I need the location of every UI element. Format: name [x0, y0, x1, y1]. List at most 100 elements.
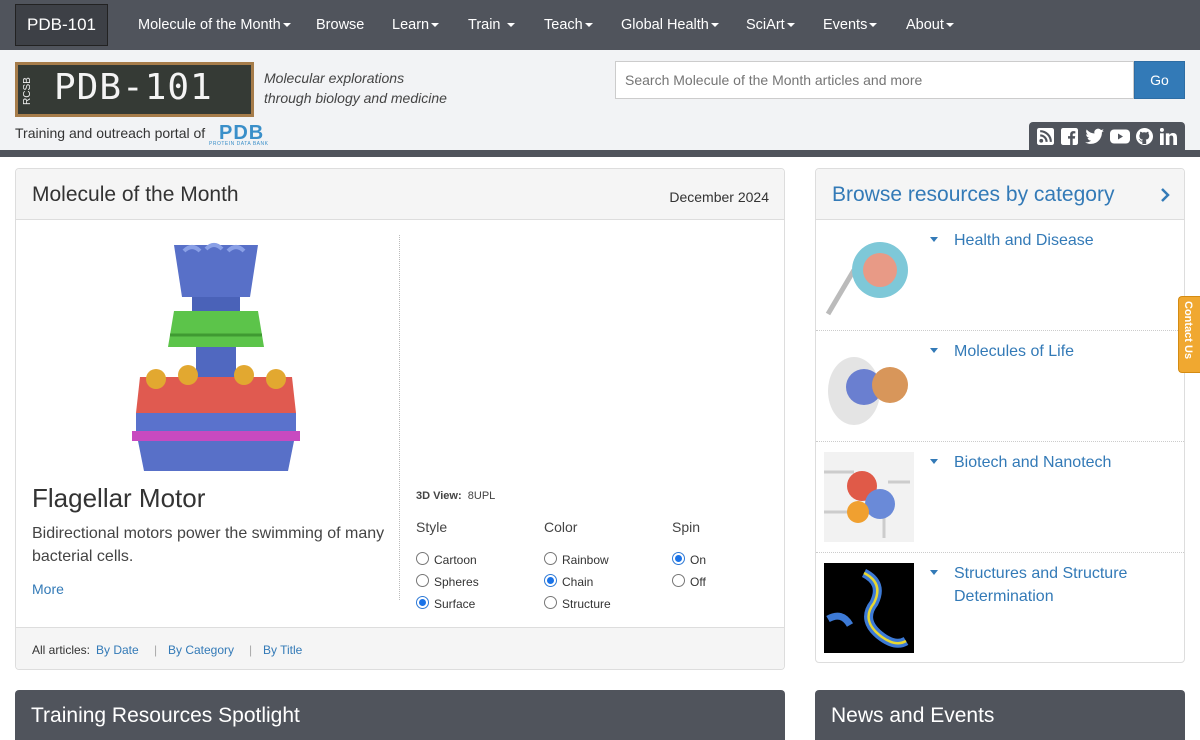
separator: |	[154, 643, 158, 657]
header-divider	[0, 150, 1200, 157]
caret-down-icon[interactable]	[930, 570, 938, 575]
nav-train[interactable]: Train	[468, 0, 515, 50]
radio-button[interactable]	[416, 574, 429, 587]
nav-browse[interactable]: Browse	[316, 0, 364, 50]
nav-label: Global Health	[621, 17, 709, 33]
nav-label: Browse	[316, 17, 365, 33]
style-heading: Style	[416, 519, 448, 535]
nav-label: Train	[468, 17, 501, 33]
molecule-name[interactable]: Flagellar Motor	[32, 483, 205, 514]
contact-us-label: Contact Us	[1182, 301, 1194, 360]
radio-button-checked[interactable]	[416, 596, 429, 609]
radio-button[interactable]	[544, 596, 557, 609]
3d-view-caption: 3D View:	[416, 490, 462, 502]
nav-molecule-of-the-month[interactable]: Molecule of the Month	[138, 0, 291, 50]
caret-down-icon	[869, 23, 878, 28]
category-biotech-and-nanotech[interactable]: Biotech and Nanotech	[816, 442, 1184, 553]
radio-label: Rainbow	[562, 553, 609, 567]
pdb-id[interactable]: 8UPL	[468, 490, 496, 502]
top-navbar: PDB-101 Molecule of the Month Browse Lea…	[0, 0, 1200, 50]
nav-learn[interactable]: Learn	[392, 0, 440, 50]
linkedin-icon[interactable]	[1160, 128, 1177, 145]
molecules-of-life-thumbnail	[824, 341, 914, 431]
nav-label: SciArt	[746, 17, 785, 33]
flagellar-motor-image[interactable]	[126, 237, 306, 477]
health-disease-thumbnail	[824, 230, 914, 320]
nav-label: Learn	[392, 17, 430, 33]
biotech-nanotech-thumbnail	[824, 452, 914, 542]
caret-down-icon	[945, 23, 954, 28]
nav-label: Molecule of the Month	[138, 17, 281, 33]
search-go-button[interactable]: Go	[1134, 61, 1185, 99]
twitter-icon[interactable]	[1085, 128, 1104, 145]
nav-label: About	[906, 17, 944, 33]
nav-label: Teach	[544, 17, 583, 33]
radio-button-checked[interactable]	[672, 552, 685, 565]
caret-down-icon[interactable]	[930, 459, 938, 464]
caret-down-icon	[584, 23, 593, 28]
caret-down-icon[interactable]	[930, 237, 938, 242]
structure-determination-thumbnail	[824, 563, 914, 653]
by-category-link[interactable]: By Category	[168, 643, 234, 657]
contact-us-tab[interactable]: Contact Us	[1178, 296, 1200, 373]
panel-title[interactable]: Browse resources by category	[832, 183, 1114, 207]
news-events-panel: News and Events	[815, 690, 1185, 740]
caret-down-icon	[431, 23, 440, 28]
rcsb-pdb-logo[interactable]: PDB PROTEIN DATA BANK	[209, 122, 285, 147]
tagline-line-2: through biology and medicine	[264, 90, 447, 106]
category-health-and-disease[interactable]: Health and Disease	[816, 220, 1184, 331]
panel-footer: All articles: By Date | By Category | By…	[16, 627, 784, 669]
radio-button-checked[interactable]	[544, 574, 557, 587]
vertical-divider	[399, 235, 400, 600]
by-date-link[interactable]: By Date	[96, 643, 139, 657]
nav-teach[interactable]: Teach	[544, 0, 593, 50]
radio-label: Spheres	[434, 575, 479, 589]
radio-button[interactable]	[544, 552, 557, 565]
all-articles-label: All articles:	[32, 643, 91, 657]
panel-heading[interactable]: Browse resources by category	[816, 169, 1184, 220]
category-structures-and-structure-determination[interactable]: Structures and Structure Determination	[816, 553, 1184, 664]
category-label[interactable]: Health and Disease	[954, 229, 1169, 252]
nav-sciart[interactable]: SciArt	[746, 0, 795, 50]
more-link[interactable]: More	[32, 581, 64, 597]
radio-button[interactable]	[416, 552, 429, 565]
social-links	[1029, 122, 1185, 150]
chevron-right-icon[interactable]	[1160, 188, 1170, 202]
tagline-line-1: Molecular explorations	[264, 70, 405, 86]
search-input[interactable]	[615, 61, 1134, 99]
nav-global-health[interactable]: Global Health	[621, 0, 719, 50]
caret-down-icon	[786, 23, 795, 28]
caret-down-icon	[710, 23, 719, 28]
caret-down-icon	[506, 23, 515, 28]
category-label[interactable]: Molecules of Life	[954, 340, 1169, 363]
radio-label: Structure	[562, 597, 611, 611]
youtube-icon[interactable]	[1110, 128, 1130, 145]
pdb-logo-subtext: PROTEIN DATA BANK	[209, 141, 269, 147]
radio-label: Surface	[434, 597, 476, 611]
portal-text: Training and outreach portal of	[15, 125, 206, 141]
category-label[interactable]: Structures and Structure Determination	[954, 562, 1169, 608]
training-resources-panel: Training Resources Spotlight	[15, 690, 785, 740]
github-icon[interactable]	[1136, 128, 1153, 145]
by-title-link[interactable]: By Title	[263, 643, 302, 657]
nav-about[interactable]: About	[906, 0, 954, 50]
logo-text: PDB-101	[54, 67, 213, 108]
brand-link[interactable]: PDB-101	[15, 4, 108, 46]
molecule-of-the-month-panel: Molecule of the Month December 2024 Flag…	[15, 168, 785, 670]
radio-button[interactable]	[672, 574, 685, 587]
pdb101-logo[interactable]: RCSB PDB-101	[15, 62, 254, 117]
spin-heading: Spin	[672, 519, 701, 535]
molecule-description: Bidirectional motors power the swimming …	[32, 525, 385, 565]
category-label[interactable]: Biotech and Nanotech	[954, 451, 1169, 474]
nav-events[interactable]: Events	[823, 0, 878, 50]
logo-rcsb-text: RCSB	[22, 77, 33, 105]
facebook-icon[interactable]	[1061, 128, 1078, 145]
caret-down-icon	[282, 23, 291, 28]
radio-label: Cartoon	[434, 553, 477, 567]
panel-heading: Molecule of the Month December 2024	[16, 169, 784, 220]
tagline: Molecular explorations through biology a…	[264, 68, 447, 108]
caret-down-icon[interactable]	[930, 348, 938, 353]
category-molecules-of-life[interactable]: Molecules of Life	[816, 331, 1184, 442]
rss-icon[interactable]	[1037, 128, 1054, 145]
color-heading: Color	[544, 519, 578, 535]
